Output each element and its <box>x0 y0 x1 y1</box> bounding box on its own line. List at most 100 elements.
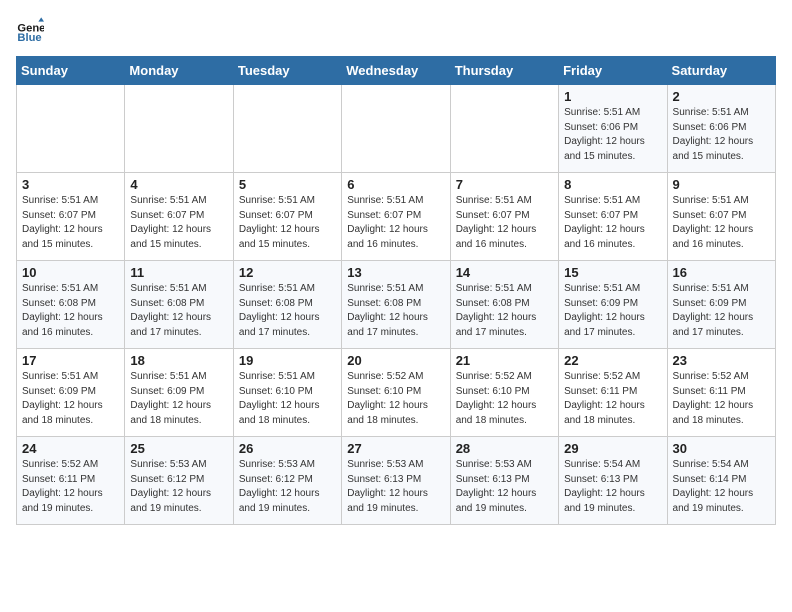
day-number: 7 <box>456 177 553 192</box>
day-cell: 23 Sunrise: 5:52 AM Sunset: 6:11 PM Dayli… <box>667 349 775 437</box>
day-number: 29 <box>564 441 661 456</box>
day-info: Sunrise: 5:51 AM Sunset: 6:07 PM Dayligh… <box>239 194 336 252</box>
day-info: Sunrise: 5:51 AM Sunset: 6:07 PM Dayligh… <box>22 194 119 252</box>
week-row-2: 3 Sunrise: 5:51 AM Sunset: 6:07 PM Daylig… <box>17 173 776 261</box>
day-info: Sunrise: 5:51 AM Sunset: 6:09 PM Dayligh… <box>130 370 227 428</box>
day-number: 23 <box>673 353 770 368</box>
column-header-thursday: Thursday <box>450 57 558 85</box>
day-cell: 16 Sunrise: 5:51 AM Sunset: 6:09 PM Dayli… <box>667 261 775 349</box>
day-info: Sunrise: 5:53 AM Sunset: 6:12 PM Dayligh… <box>239 458 336 516</box>
day-number: 5 <box>239 177 336 192</box>
day-number: 13 <box>347 265 444 280</box>
day-info: Sunrise: 5:51 AM Sunset: 6:07 PM Dayligh… <box>347 194 444 252</box>
column-header-sunday: Sunday <box>17 57 125 85</box>
day-number: 18 <box>130 353 227 368</box>
day-info: Sunrise: 5:54 AM Sunset: 6:13 PM Dayligh… <box>564 458 661 516</box>
day-cell: 10 Sunrise: 5:51 AM Sunset: 6:08 PM Dayli… <box>17 261 125 349</box>
day-cell: 8 Sunrise: 5:51 AM Sunset: 6:07 PM Daylig… <box>559 173 667 261</box>
page-header: General Blue <box>16 16 776 44</box>
day-cell: 13 Sunrise: 5:51 AM Sunset: 6:08 PM Dayli… <box>342 261 450 349</box>
day-cell: 25 Sunrise: 5:53 AM Sunset: 6:12 PM Dayli… <box>125 437 233 525</box>
day-info: Sunrise: 5:51 AM Sunset: 6:06 PM Dayligh… <box>564 106 661 164</box>
svg-text:Blue: Blue <box>17 32 41 44</box>
day-number: 15 <box>564 265 661 280</box>
day-info: Sunrise: 5:51 AM Sunset: 6:07 PM Dayligh… <box>130 194 227 252</box>
day-cell: 21Sunrise: 5:52 AM Sunset: 6:10 PM Dayli… <box>450 349 558 437</box>
logo-icon: General Blue <box>16 16 44 44</box>
day-number: 6 <box>347 177 444 192</box>
day-info: Sunrise: 5:51 AM Sunset: 6:07 PM Dayligh… <box>564 194 661 252</box>
day-info: Sunrise: 5:52 AM Sunset: 6:11 PM Dayligh… <box>673 370 770 428</box>
day-info: Sunrise: 5:53 AM Sunset: 6:12 PM Dayligh… <box>130 458 227 516</box>
day-cell: 26 Sunrise: 5:53 AM Sunset: 6:12 PM Dayli… <box>233 437 341 525</box>
day-cell: 28 Sunrise: 5:53 AM Sunset: 6:13 PM Dayli… <box>450 437 558 525</box>
day-info: Sunrise: 5:51 AM Sunset: 6:08 PM Dayligh… <box>456 282 553 340</box>
day-info: Sunrise: 5:52 AM Sunset: 6:10 PM Dayligh… <box>456 370 553 428</box>
column-header-saturday: Saturday <box>667 57 775 85</box>
week-row-4: 17 Sunrise: 5:51 AM Sunset: 6:09 PM Dayli… <box>17 349 776 437</box>
day-number: 28 <box>456 441 553 456</box>
day-cell: 29 Sunrise: 5:54 AM Sunset: 6:13 PM Dayli… <box>559 437 667 525</box>
day-number: 2 <box>673 89 770 104</box>
day-number: 10 <box>22 265 119 280</box>
day-cell: 24Sunrise: 5:52 AM Sunset: 6:11 PM Dayli… <box>17 437 125 525</box>
day-number: 12 <box>239 265 336 280</box>
day-info: Sunrise: 5:51 AM Sunset: 6:06 PM Dayligh… <box>673 106 770 164</box>
day-cell: 19Sunrise: 5:51 AM Sunset: 6:10 PM Dayli… <box>233 349 341 437</box>
calendar-table: SundayMondayTuesdayWednesdayThursdayFrid… <box>16 56 776 525</box>
day-number: 14 <box>456 265 553 280</box>
day-number: 8 <box>564 177 661 192</box>
day-cell: 18 Sunrise: 5:51 AM Sunset: 6:09 PM Dayli… <box>125 349 233 437</box>
column-header-wednesday: Wednesday <box>342 57 450 85</box>
day-info: Sunrise: 5:53 AM Sunset: 6:13 PM Dayligh… <box>456 458 553 516</box>
day-info: Sunrise: 5:51 AM Sunset: 6:09 PM Dayligh… <box>22 370 119 428</box>
day-number: 20 <box>347 353 444 368</box>
day-cell <box>125 85 233 173</box>
day-info: Sunrise: 5:51 AM Sunset: 6:09 PM Dayligh… <box>673 282 770 340</box>
day-cell: 27 Sunrise: 5:53 AM Sunset: 6:13 PM Dayli… <box>342 437 450 525</box>
day-info: Sunrise: 5:53 AM Sunset: 6:13 PM Dayligh… <box>347 458 444 516</box>
day-cell: 2 Sunrise: 5:51 AM Sunset: 6:06 PM Daylig… <box>667 85 775 173</box>
day-number: 9 <box>673 177 770 192</box>
day-cell: 7 Sunrise: 5:51 AM Sunset: 6:07 PM Daylig… <box>450 173 558 261</box>
day-cell: 6 Sunrise: 5:51 AM Sunset: 6:07 PM Daylig… <box>342 173 450 261</box>
day-info: Sunrise: 5:52 AM Sunset: 6:10 PM Dayligh… <box>347 370 444 428</box>
day-info: Sunrise: 5:51 AM Sunset: 6:08 PM Dayligh… <box>347 282 444 340</box>
day-number: 11 <box>130 265 227 280</box>
column-header-tuesday: Tuesday <box>233 57 341 85</box>
day-cell: 1Sunrise: 5:51 AM Sunset: 6:06 PM Daylig… <box>559 85 667 173</box>
day-cell: 11Sunrise: 5:51 AM Sunset: 6:08 PM Dayli… <box>125 261 233 349</box>
day-info: Sunrise: 5:51 AM Sunset: 6:08 PM Dayligh… <box>22 282 119 340</box>
day-cell <box>450 85 558 173</box>
day-number: 22 <box>564 353 661 368</box>
day-cell: 30Sunrise: 5:54 AM Sunset: 6:14 PM Dayli… <box>667 437 775 525</box>
day-cell: 12 Sunrise: 5:51 AM Sunset: 6:08 PM Dayli… <box>233 261 341 349</box>
day-cell: 22 Sunrise: 5:52 AM Sunset: 6:11 PM Dayli… <box>559 349 667 437</box>
day-info: Sunrise: 5:52 AM Sunset: 6:11 PM Dayligh… <box>564 370 661 428</box>
day-number: 3 <box>22 177 119 192</box>
day-cell <box>233 85 341 173</box>
day-number: 17 <box>22 353 119 368</box>
logo: General Blue <box>16 16 50 44</box>
week-row-3: 10 Sunrise: 5:51 AM Sunset: 6:08 PM Dayli… <box>17 261 776 349</box>
calendar-header: SundayMondayTuesdayWednesdayThursdayFrid… <box>17 57 776 85</box>
day-info: Sunrise: 5:51 AM Sunset: 6:08 PM Dayligh… <box>239 282 336 340</box>
day-info: Sunrise: 5:51 AM Sunset: 6:10 PM Dayligh… <box>239 370 336 428</box>
day-number: 25 <box>130 441 227 456</box>
day-cell: 17 Sunrise: 5:51 AM Sunset: 6:09 PM Dayli… <box>17 349 125 437</box>
day-info: Sunrise: 5:52 AM Sunset: 6:11 PM Dayligh… <box>22 458 119 516</box>
day-info: Sunrise: 5:51 AM Sunset: 6:07 PM Dayligh… <box>673 194 770 252</box>
day-cell: 14 Sunrise: 5:51 AM Sunset: 6:08 PM Dayli… <box>450 261 558 349</box>
day-info: Sunrise: 5:51 AM Sunset: 6:07 PM Dayligh… <box>456 194 553 252</box>
day-number: 27 <box>347 441 444 456</box>
day-cell: 20 Sunrise: 5:52 AM Sunset: 6:10 PM Dayli… <box>342 349 450 437</box>
day-cell <box>17 85 125 173</box>
day-info: Sunrise: 5:54 AM Sunset: 6:14 PM Dayligh… <box>673 458 770 516</box>
day-cell: 4Sunrise: 5:51 AM Sunset: 6:07 PM Daylig… <box>125 173 233 261</box>
week-row-1: 1Sunrise: 5:51 AM Sunset: 6:06 PM Daylig… <box>17 85 776 173</box>
day-number: 26 <box>239 441 336 456</box>
day-cell <box>342 85 450 173</box>
day-number: 16 <box>673 265 770 280</box>
day-cell: 3 Sunrise: 5:51 AM Sunset: 6:07 PM Daylig… <box>17 173 125 261</box>
day-info: Sunrise: 5:51 AM Sunset: 6:09 PM Dayligh… <box>564 282 661 340</box>
